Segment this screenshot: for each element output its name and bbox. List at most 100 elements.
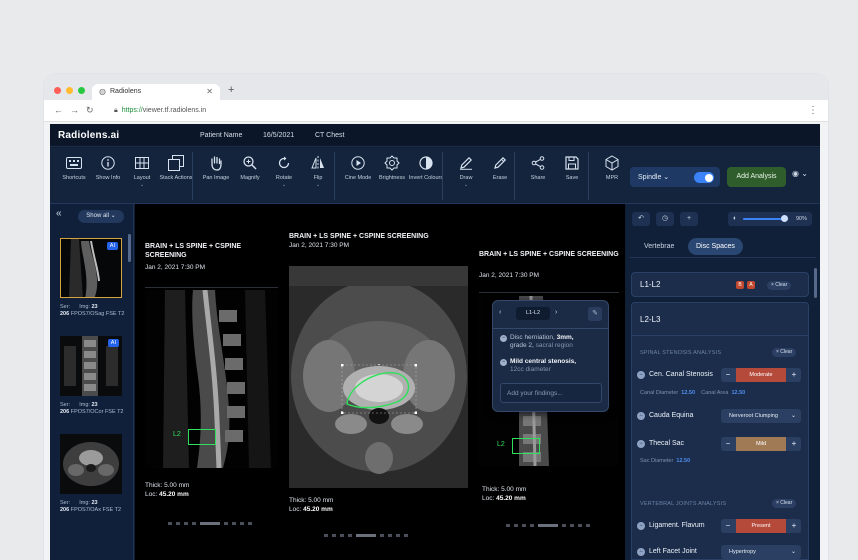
- roi-box[interactable]: [188, 429, 216, 445]
- row-label: Thecal Sac: [649, 440, 685, 447]
- chevron-down-icon[interactable]: ⌄: [124, 182, 160, 188]
- tab-disc-spaces[interactable]: Disc Spaces: [688, 238, 743, 255]
- row-label: Ligament. Flavum: [649, 522, 705, 529]
- chevron-down-icon[interactable]: ⌄: [266, 182, 302, 188]
- edit-icon[interactable]: ✎: [588, 307, 602, 321]
- new-tab-button[interactable]: +: [228, 84, 234, 96]
- clear-button[interactable]: × Clear: [767, 281, 792, 290]
- chevron-down-icon[interactable]: ⌄: [300, 182, 336, 188]
- close-tab-icon[interactable]: ✕: [206, 87, 213, 96]
- ai-badge: AI: [106, 242, 118, 250]
- severity-stepper[interactable]: − Moderate +: [721, 368, 801, 382]
- spindle-toggle[interactable]: [694, 172, 714, 183]
- show-all-dropdown[interactable]: Show all ⌄: [78, 210, 124, 223]
- minus-icon[interactable]: −: [500, 359, 507, 366]
- tab-vertebrae[interactable]: Vertebrae: [636, 238, 682, 255]
- collapse-panel-icon[interactable]: «: [56, 208, 62, 219]
- tool-draw[interactable]: Draw ⌄: [448, 154, 484, 188]
- undo-icon[interactable]: ↶: [632, 212, 650, 226]
- brightness-slider[interactable]: [743, 215, 789, 222]
- reload-icon[interactable]: ↻: [86, 105, 94, 116]
- row-label: Left Facet Joint: [649, 548, 697, 555]
- increment-button[interactable]: +: [787, 519, 801, 533]
- tool-stack-actions[interactable]: Stack Actions: [158, 154, 194, 182]
- tool-flip[interactable]: Flip ⌄: [300, 154, 336, 188]
- panel-scrollbar[interactable]: [814, 268, 817, 298]
- study-name: CT Chest: [315, 132, 345, 139]
- facet-joint-select[interactable]: Hypertropy ⌄: [721, 545, 801, 559]
- minus-icon[interactable]: −: [637, 371, 645, 379]
- minus-icon[interactable]: −: [500, 335, 507, 342]
- image-viewer[interactable]: BRAIN + LS SPINE + CSPINE SCREENING Jan …: [135, 204, 625, 560]
- tool-brightness[interactable]: Brightness: [374, 154, 410, 182]
- save-icon: [554, 154, 590, 172]
- slider-handle[interactable]: [780, 215, 788, 222]
- browser-menu-icon[interactable]: ⋮: [808, 105, 818, 116]
- minimize-window-dot[interactable]: [66, 87, 73, 94]
- severity-stepper[interactable]: − Present +: [721, 519, 801, 533]
- slice-indicator[interactable]: [324, 534, 408, 538]
- browser-tab[interactable]: ◍ Radiolens ✕: [92, 84, 220, 100]
- tool-share[interactable]: Share: [520, 154, 556, 182]
- add-analysis-button[interactable]: Add Analysis: [727, 167, 786, 187]
- cauda-equina-select[interactable]: Nerveroot Clumping ⌄: [721, 409, 801, 423]
- viewport-date: Jan 2, 2021 7:30 PM: [145, 264, 205, 271]
- section-title: SPINAL STENOSIS ANALYSIS: [640, 350, 722, 356]
- viewport-footer: Thick: 5.00 mm Loc: 45.20 mm: [145, 482, 190, 498]
- tool-rotate[interactable]: Rotate ⌄: [266, 154, 302, 188]
- tool-cine-mode[interactable]: Cine Mode: [340, 154, 376, 182]
- viewport-footer: Thick: 5.00 mm Loc: 45.20 mm: [482, 486, 527, 502]
- visibility-icon[interactable]: ◉ ⌄: [792, 169, 808, 178]
- annotation-outline[interactable]: [341, 364, 417, 414]
- minus-icon[interactable]: −: [637, 440, 645, 448]
- add-icon[interactable]: +: [680, 212, 698, 226]
- divider: [145, 287, 278, 288]
- decrement-button[interactable]: −: [721, 519, 735, 533]
- series-thumbnail-coronal[interactable]: AI: [60, 336, 122, 396]
- series-thumbnail-axial[interactable]: [60, 434, 122, 494]
- forward-icon[interactable]: →: [70, 105, 79, 115]
- tool-magnify[interactable]: Magnify: [232, 154, 268, 182]
- series-scrollbar[interactable]: [128, 234, 131, 262]
- series-panel: « Show all ⌄ AI Ser: Img: 23 206 FPOS7/O…: [50, 204, 134, 560]
- tool-save[interactable]: Save: [554, 154, 590, 182]
- findings-input[interactable]: Add your findings...: [500, 383, 602, 403]
- series-thumbnail-sagittal[interactable]: AI: [60, 238, 122, 298]
- tool-shortcuts[interactable]: Shortcuts: [56, 154, 92, 182]
- clear-button[interactable]: × Clear: [772, 499, 797, 508]
- tool-label: Invert Colours: [408, 175, 444, 181]
- decrement-button[interactable]: −: [721, 437, 735, 451]
- clear-button[interactable]: × Clear: [772, 348, 797, 357]
- minus-icon[interactable]: −: [637, 412, 645, 420]
- severity-stepper[interactable]: − Mild +: [721, 437, 801, 451]
- maximize-window-dot[interactable]: [78, 87, 85, 94]
- tool-label: Pan Image: [202, 175, 230, 181]
- increment-button[interactable]: +: [787, 368, 801, 382]
- url-field[interactable]: 🔒︎ https://viewer.tf.radiolens.in: [114, 107, 206, 115]
- chevron-down-icon[interactable]: ⌄: [448, 182, 484, 188]
- minus-icon[interactable]: −: [637, 522, 645, 530]
- level-card-l1-l2[interactable]: L1-L2 B A × Clear: [631, 272, 809, 297]
- tool-erase[interactable]: Erase: [482, 154, 518, 182]
- spindle-control[interactable]: Spindle ⌄: [630, 167, 720, 187]
- history-icon[interactable]: ◷: [656, 212, 674, 226]
- minus-icon[interactable]: −: [637, 548, 645, 556]
- slice-indicator[interactable]: [506, 524, 590, 528]
- tool-layout[interactable]: Layout ⌄: [124, 154, 160, 188]
- findings-popover: ‹ L1-L2 › ✎ − Disc herniation, 3mm, grade…: [492, 300, 609, 412]
- tool-pan-image[interactable]: Pan Image: [198, 154, 234, 182]
- decrement-button[interactable]: −: [721, 368, 735, 382]
- slice-indicator[interactable]: [168, 522, 252, 526]
- level-title: L2-L3: [640, 315, 661, 324]
- viewport-sagittal[interactable]: BRAIN + LS SPINE + CSPINE SCREENING Jan …: [135, 204, 285, 560]
- roi-box[interactable]: [512, 438, 540, 454]
- back-icon[interactable]: ←: [54, 105, 63, 115]
- tool-show-info[interactable]: Show Info: [90, 154, 126, 182]
- next-level-icon[interactable]: ›: [555, 309, 557, 316]
- close-window-dot[interactable]: [54, 87, 61, 94]
- tool-mpr[interactable]: MPR: [594, 154, 630, 182]
- viewport-axial[interactable]: BRAIN + LS SPINE + CSPINE SCREENING Jan …: [285, 204, 475, 560]
- prev-level-icon[interactable]: ‹: [499, 309, 501, 316]
- tool-invert-colours[interactable]: Invert Colours: [408, 154, 444, 182]
- increment-button[interactable]: +: [787, 437, 801, 451]
